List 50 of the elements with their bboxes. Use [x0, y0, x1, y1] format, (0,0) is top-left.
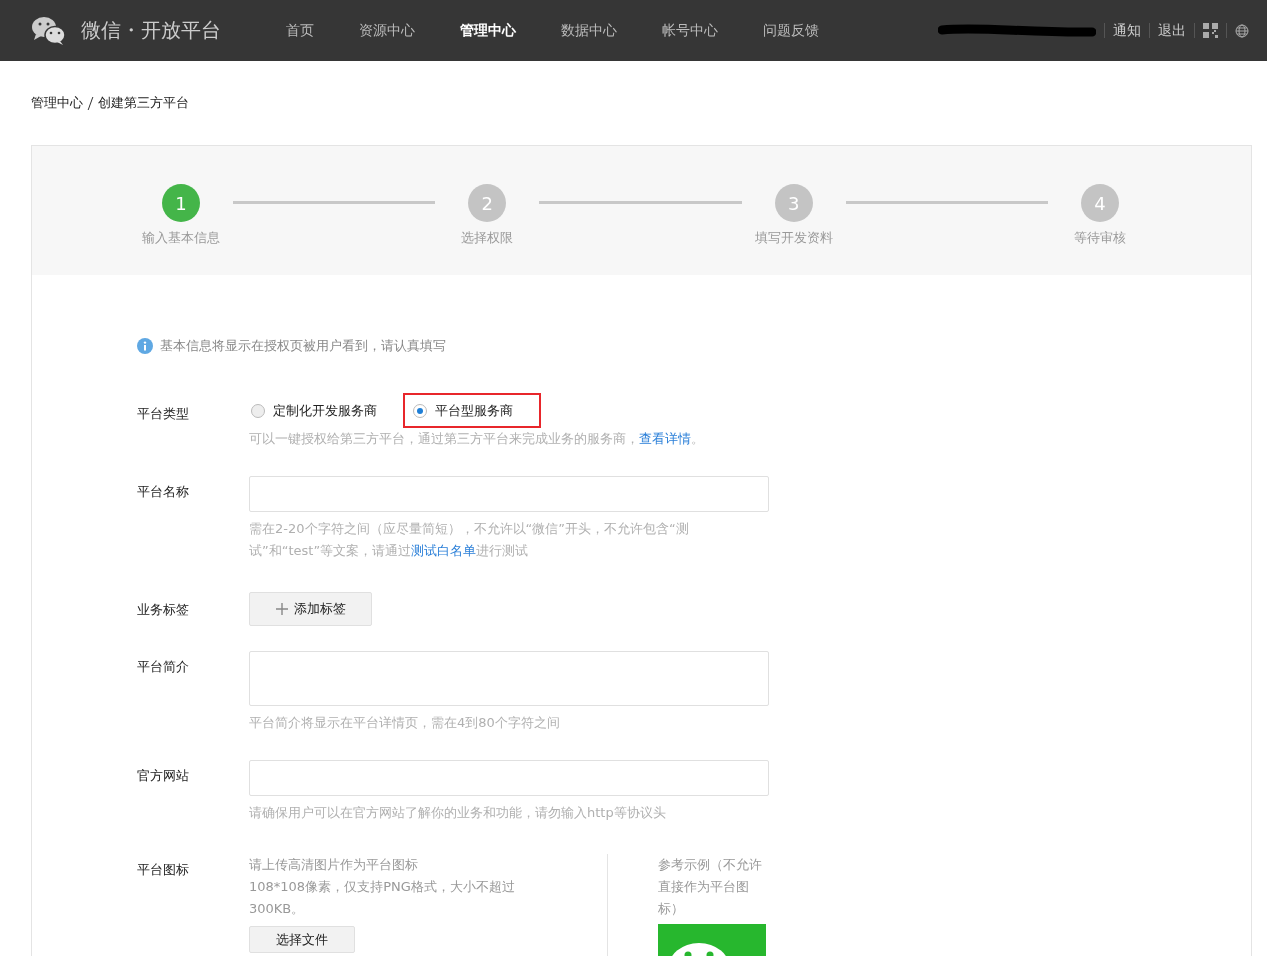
option-label: 平台型服务商	[435, 402, 513, 420]
notice-text: 基本信息将显示在授权页被用户看到，请认真填写	[160, 337, 446, 355]
field-label: 业务标签	[137, 601, 190, 619]
brand-title: 微信・开放平台	[81, 17, 221, 44]
field-hint: 需在2-20个字符之间（应尽量简短），不允许以“微信”开头，不允许包含“测试”和“test”等文案，请通过测试白名单进行测试	[249, 520, 690, 560]
step-number: 1	[162, 184, 200, 222]
field-label: 平台图标	[137, 861, 190, 879]
nav-link[interactable]: 管理中心	[460, 21, 516, 40]
step-number: 3	[774, 184, 813, 222]
breadcrumb-link[interactable]: 创建第三方平台	[98, 94, 189, 112]
step-label: 等待审核	[1074, 229, 1126, 247]
upload-instruction: 108*108像素，仅支持PNG格式，大小不超过300KB。	[249, 878, 516, 918]
nav-link[interactable]: 帐号中心	[662, 21, 718, 40]
field-hint: 请确保用户可以在官方网站了解你的业务和功能，请勿输入http等协议头	[249, 804, 667, 822]
nav-link[interactable]: 问题反馈	[763, 21, 819, 40]
input-field[interactable]	[249, 760, 769, 796]
header-link[interactable]: 退出	[1158, 21, 1186, 40]
step-label: 输入基本信息	[142, 229, 220, 247]
nav-link[interactable]: 数据中心	[561, 21, 617, 40]
chat-bubbles-icon	[31, 15, 67, 46]
text-area[interactable]	[249, 651, 769, 706]
field-hint: 平台简介将显示在平台详情页，需在4到80个字符之间	[249, 714, 561, 732]
nav-link[interactable]: 首页	[286, 21, 314, 40]
nav-link[interactable]: 资源中心	[359, 21, 415, 40]
info-icon	[137, 338, 153, 354]
hint-link[interactable]: 测试白名单	[411, 543, 477, 558]
globe-icon[interactable]	[1235, 23, 1249, 38]
example-caption: 参考示例（不允许直接作为平台图标）	[658, 856, 763, 918]
step-label: 填写开发资料	[754, 229, 833, 247]
field-label: 平台简介	[137, 658, 190, 676]
radio-button[interactable]	[413, 404, 427, 418]
upload-instruction: 请上传高清图片作为平台图标	[249, 856, 419, 874]
add-tag-button[interactable]: 添加标签	[249, 592, 372, 626]
radio-option[interactable]: 定制化开发服务商	[241, 393, 405, 428]
plus-icon	[275, 603, 288, 615]
step-number: 4	[1081, 184, 1119, 222]
hint-link[interactable]: 查看详情	[639, 431, 691, 446]
qr-code-icon[interactable]	[1203, 23, 1218, 38]
step-label: 选择权限	[461, 229, 514, 247]
field-label: 平台名称	[137, 483, 190, 501]
radio-option[interactable]: 平台型服务商	[403, 393, 541, 428]
choose-file-button[interactable]: 选择文件	[249, 926, 355, 953]
option-label: 定制化开发服务商	[273, 402, 377, 420]
field-label: 平台类型	[137, 405, 190, 423]
field-label: 官方网站	[137, 767, 190, 785]
radio-button[interactable]	[251, 404, 265, 418]
step-number: 2	[468, 184, 507, 222]
breadcrumb-link[interactable]: 管理中心	[31, 94, 83, 112]
header-link[interactable]: 通知	[1113, 21, 1141, 40]
input-field[interactable]	[249, 476, 769, 512]
